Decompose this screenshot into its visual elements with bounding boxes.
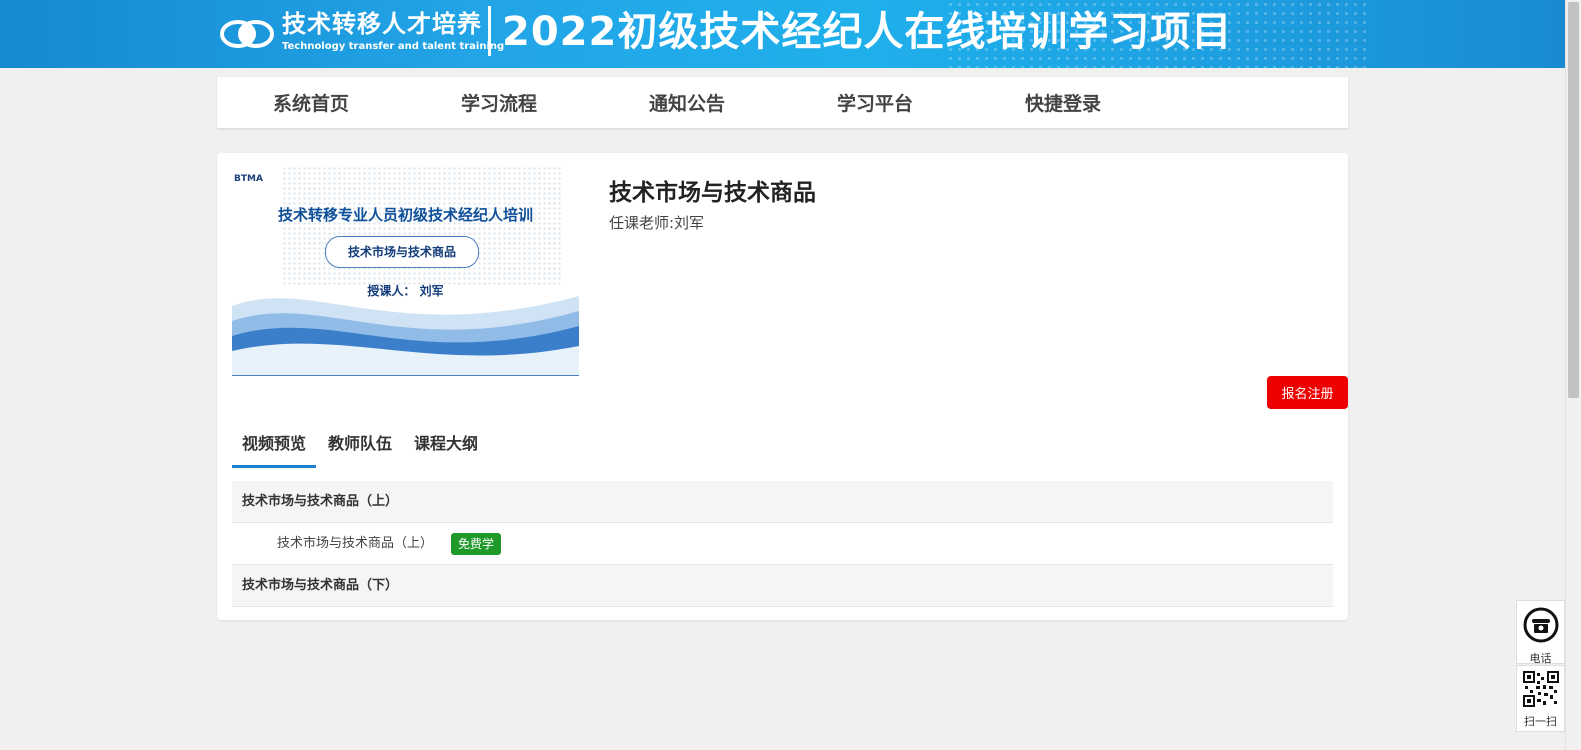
side-qr-widget[interactable]: 扫一扫 <box>1516 665 1565 732</box>
qr-code-icon <box>1522 671 1559 707</box>
lesson-row[interactable]: 技术市场与技术商品（上） 免费学 <box>232 523 1333 565</box>
nav-item-quick-login[interactable]: 快捷登录 <box>969 89 1157 116</box>
logo-en-text: Technology transfer and talent training <box>282 41 505 52</box>
cover-title: 技术转移专业人员初级技术经纪人培训 <box>277 206 533 224</box>
logo-cn-text: 技术转移人才培养 <box>282 10 482 38</box>
course-card: BTMA 技术转移专业人员初级技术经纪人培训 技术市场与技术商品 授课人： 刘军… <box>217 153 1348 620</box>
main-nav: 系统首页 学习流程 通知公告 学习平台 快捷登录 <box>217 77 1348 128</box>
tab-teachers[interactable]: 教师队伍 <box>318 423 402 465</box>
register-button[interactable]: 报名注册 <box>1267 376 1348 409</box>
scrollbar-thumb[interactable] <box>1568 2 1579 398</box>
header-banner: 技术转移人才培养 Technology transfer and talent … <box>0 0 1566 68</box>
side-phone-widget[interactable]: 电话 <box>1516 600 1565 665</box>
course-title: 技术市场与技术商品 <box>609 180 816 206</box>
tab-video-preview[interactable]: 视频预览 <box>232 423 317 468</box>
nav-item-home[interactable]: 系统首页 <box>217 89 405 116</box>
chapter-row: 技术市场与技术商品（上） <box>232 481 1333 523</box>
phone-label: 电话 <box>1529 652 1552 665</box>
nav-item-platform[interactable]: 学习平台 <box>781 89 969 116</box>
nav-item-notices[interactable]: 通知公告 <box>593 89 781 116</box>
course-tabs: 视频预览 教师队伍 课程大纲 <box>232 423 490 468</box>
site-logo[interactable]: 技术转移人才培养 Technology transfer and talent … <box>218 10 504 60</box>
lesson-title[interactable]: 技术市场与技术商品（上） <box>277 523 433 564</box>
nav-item-process[interactable]: 学习流程 <box>405 89 593 116</box>
tab-syllabus[interactable]: 课程大纲 <box>404 423 488 465</box>
cover-teacher: 授课人： 刘军 <box>367 284 444 298</box>
course-cover-image: BTMA 技术转移专业人员初级技术经纪人培训 技术市场与技术商品 授课人： 刘军 <box>232 166 579 376</box>
cover-badge-logo: BTMA <box>234 174 263 184</box>
free-study-badge[interactable]: 免费学 <box>451 532 502 555</box>
course-teacher: 任课老师:刘军 <box>609 214 705 232</box>
banner-divider <box>488 6 491 56</box>
chapter-row: 技术市场与技术商品（下） <box>232 565 1333 607</box>
logo-icon <box>220 20 274 48</box>
banner-title: 2022初级技术经纪人在线培训学习项目 <box>502 9 1233 55</box>
course-outline: 技术市场与技术商品（上） 技术市场与技术商品（上） 免费学 技术市场与技术商品（… <box>232 481 1333 607</box>
cover-course-pill: 技术市场与技术商品 <box>325 236 479 268</box>
phone-icon <box>1523 607 1558 643</box>
page-scrollbar[interactable] <box>1565 0 1581 750</box>
qr-label: 扫一扫 <box>1524 715 1557 728</box>
